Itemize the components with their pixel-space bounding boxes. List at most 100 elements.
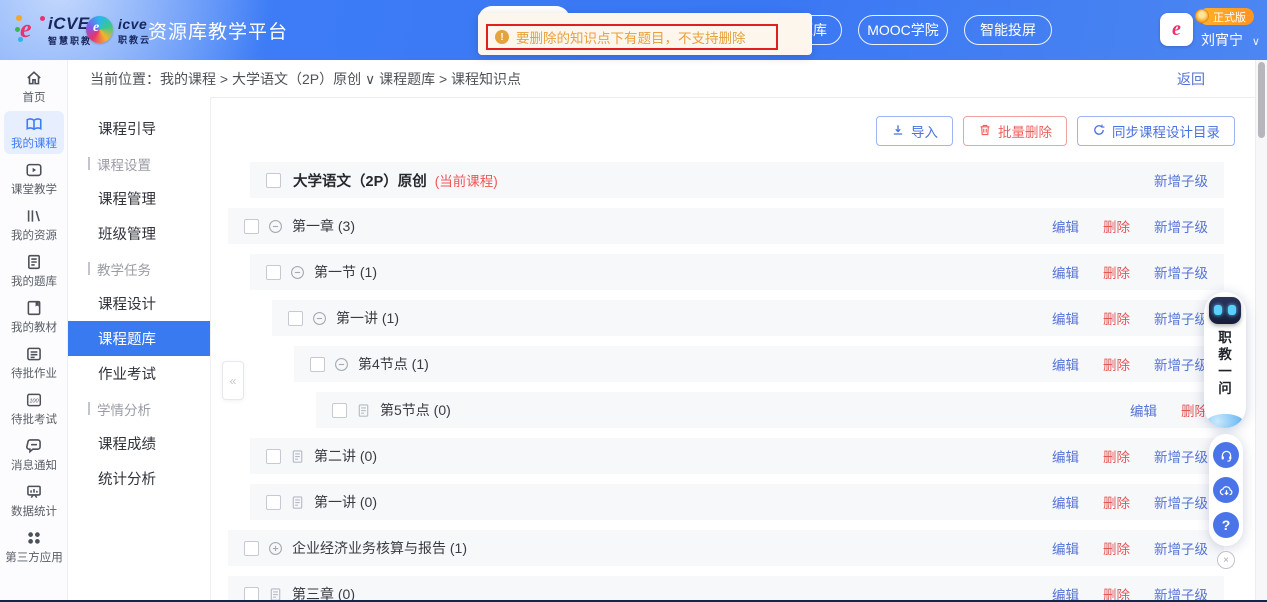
assistant-widget[interactable]: 职教一问 bbox=[1204, 292, 1246, 428]
bank-icon-slot bbox=[25, 252, 44, 271]
user-menu[interactable]: 刘宵宁 ∨ bbox=[1201, 30, 1260, 50]
delete-link[interactable]: 删除 bbox=[1103, 216, 1130, 236]
sidebar-item-stats[interactable]: 数据统计 bbox=[0, 479, 68, 524]
sync-course-design-button[interactable]: 同步课程设计目录 bbox=[1077, 116, 1235, 146]
sidebar-item-exam[interactable]: 100 待批考试 bbox=[0, 387, 68, 432]
edit-link[interactable]: 编辑 bbox=[1052, 354, 1079, 374]
sidebar-item-label: 我的教材 bbox=[11, 322, 57, 334]
collapse-minus-icon bbox=[313, 311, 326, 325]
add-child-link[interactable]: 新增子级 bbox=[1154, 354, 1208, 374]
import-button[interactable]: 导入 bbox=[876, 116, 953, 146]
add-child-link[interactable]: 新增子级 bbox=[1154, 170, 1208, 190]
sidebar-item-grid[interactable]: 第三方应用 bbox=[0, 525, 68, 570]
nav-pill-mooc[interactable]: MOOC学院 bbox=[858, 15, 948, 45]
sidebar-item-books[interactable]: 我的资源 bbox=[0, 203, 68, 248]
edit-link[interactable]: 编辑 bbox=[1052, 446, 1079, 466]
nav-pill-smart-cast[interactable]: 智能投屏 bbox=[964, 15, 1052, 45]
menu-item-link[interactable]: 课程管理 bbox=[68, 181, 210, 216]
textbook-icon-slot bbox=[25, 298, 44, 317]
delete-link[interactable]: 删除 bbox=[1103, 308, 1130, 328]
back-button[interactable]: 返回 bbox=[1172, 69, 1205, 99]
tree-row: 第5节点 (0) 编辑 删除 bbox=[316, 392, 1224, 428]
menu-item-link[interactable]: 课程引导 bbox=[68, 111, 210, 146]
add-child-link[interactable]: 新增子级 bbox=[1154, 308, 1208, 328]
menu-item-link[interactable]: 作业考试 bbox=[68, 356, 210, 391]
sync-refresh-icon-slot bbox=[1092, 123, 1106, 140]
menu-item-link[interactable]: 班级管理 bbox=[68, 216, 210, 251]
document-leaf-icon bbox=[270, 587, 281, 601]
delete-link[interactable]: 删除 bbox=[1103, 354, 1130, 374]
edit-link[interactable]: 编辑 bbox=[1130, 400, 1157, 420]
delete-link[interactable]: 删除 bbox=[1103, 492, 1130, 512]
node-toggle-icon[interactable] bbox=[312, 311, 327, 326]
row-checkbox[interactable] bbox=[244, 586, 259, 602]
edit-link[interactable]: 编辑 bbox=[1052, 216, 1079, 236]
message-icon-slot bbox=[25, 436, 44, 455]
tree-row-title: 企业经济业务核算与报告 (1) bbox=[292, 540, 467, 556]
delete-link[interactable]: 删除 bbox=[1103, 584, 1130, 602]
tree-row: 第一讲 (0) 编辑 删除 新增子级 bbox=[250, 484, 1224, 520]
add-child-link[interactable]: 新增子级 bbox=[1154, 492, 1208, 512]
add-child-link[interactable]: 新增子级 bbox=[1154, 262, 1208, 282]
sidebar-collapse-handle[interactable]: « bbox=[222, 361, 244, 400]
section-bar bbox=[88, 262, 90, 275]
sidebar-item-video[interactable]: 课堂教学 bbox=[0, 157, 68, 202]
edit-link[interactable]: 编辑 bbox=[1052, 262, 1079, 282]
tree-row-title: 第一章 (3) bbox=[292, 218, 355, 234]
sidebar-item-course[interactable]: 我的课程 bbox=[0, 111, 68, 156]
import-button-label: 导入 bbox=[911, 125, 938, 140]
row-checkbox[interactable] bbox=[310, 356, 325, 372]
edition-badge-label: 正式版 bbox=[1213, 11, 1246, 24]
user-avatar[interactable]: e bbox=[1160, 13, 1193, 46]
sync-button-label: 同步课程设计目录 bbox=[1112, 125, 1220, 140]
add-child-link[interactable]: 新增子级 bbox=[1154, 538, 1208, 558]
node-toggle-icon[interactable] bbox=[268, 219, 283, 234]
delete-link[interactable]: 删除 bbox=[1103, 446, 1130, 466]
node-toggle-icon[interactable] bbox=[268, 541, 283, 556]
delete-link[interactable]: 删除 bbox=[1103, 538, 1130, 558]
sidebar-item-home[interactable]: 首页 bbox=[0, 65, 68, 110]
close-floating-button[interactable]: × bbox=[1217, 551, 1235, 569]
row-checkbox[interactable] bbox=[266, 494, 281, 510]
delete-link[interactable]: 删除 bbox=[1103, 262, 1130, 282]
batch-delete-button[interactable]: 批量删除 bbox=[963, 116, 1067, 146]
row-actions: 编辑 删除 新增子级 bbox=[1028, 584, 1208, 602]
node-toggle-icon[interactable] bbox=[334, 357, 349, 372]
add-child-link[interactable]: 新增子级 bbox=[1154, 584, 1208, 602]
add-child-link[interactable]: 新增子级 bbox=[1154, 216, 1208, 236]
customer-service-button[interactable] bbox=[1213, 442, 1239, 468]
tree-row-title: 第5节点 (0) bbox=[380, 402, 451, 418]
menu-item-link[interactable]: 统计分析 bbox=[68, 461, 210, 496]
back-button-label: 返回 bbox=[1177, 70, 1205, 87]
add-child-link[interactable]: 新增子级 bbox=[1154, 446, 1208, 466]
row-checkbox[interactable] bbox=[266, 172, 281, 188]
download-center-button[interactable] bbox=[1213, 477, 1239, 503]
scrollbar-thumb[interactable] bbox=[1258, 62, 1265, 138]
sidebar-item-label: 我的题库 bbox=[11, 276, 57, 288]
edit-link[interactable]: 编辑 bbox=[1052, 538, 1079, 558]
row-checkbox[interactable] bbox=[266, 264, 281, 280]
tree-row: 第4节点 (1) 编辑 删除 新增子级 bbox=[294, 346, 1224, 382]
sidebar-item-homework[interactable]: 待批作业 bbox=[0, 341, 68, 386]
row-checkbox[interactable] bbox=[244, 218, 259, 234]
row-checkbox[interactable] bbox=[244, 540, 259, 556]
edit-link[interactable]: 编辑 bbox=[1052, 584, 1079, 602]
node-toggle-icon[interactable] bbox=[290, 265, 305, 280]
sidebar-item-bank[interactable]: 我的题库 bbox=[0, 249, 68, 294]
menu-item-link[interactable]: 课程设计 bbox=[68, 286, 210, 321]
menu-item-active[interactable]: 课程题库 bbox=[68, 321, 210, 356]
robot-icon bbox=[1209, 297, 1241, 324]
row-checkbox[interactable] bbox=[332, 402, 347, 418]
row-checkbox[interactable] bbox=[288, 310, 303, 326]
sidebar-item-textbook[interactable]: 我的教材 bbox=[0, 295, 68, 340]
edit-link[interactable]: 编辑 bbox=[1052, 492, 1079, 512]
sidebar-item-message[interactable]: 消息通知 bbox=[0, 433, 68, 478]
tree-row-title: 第一讲 (0) bbox=[314, 494, 377, 510]
edit-link[interactable]: 编辑 bbox=[1052, 308, 1079, 328]
tree-row: 第一节 (1) 编辑 删除 新增子级 bbox=[250, 254, 1224, 290]
menu-item-link[interactable]: 课程成绩 bbox=[68, 426, 210, 461]
grid-icon-slot bbox=[25, 528, 44, 547]
row-checkbox[interactable] bbox=[266, 448, 281, 464]
statistics-board-icon bbox=[27, 485, 41, 498]
help-button[interactable]: ? bbox=[1213, 512, 1239, 538]
